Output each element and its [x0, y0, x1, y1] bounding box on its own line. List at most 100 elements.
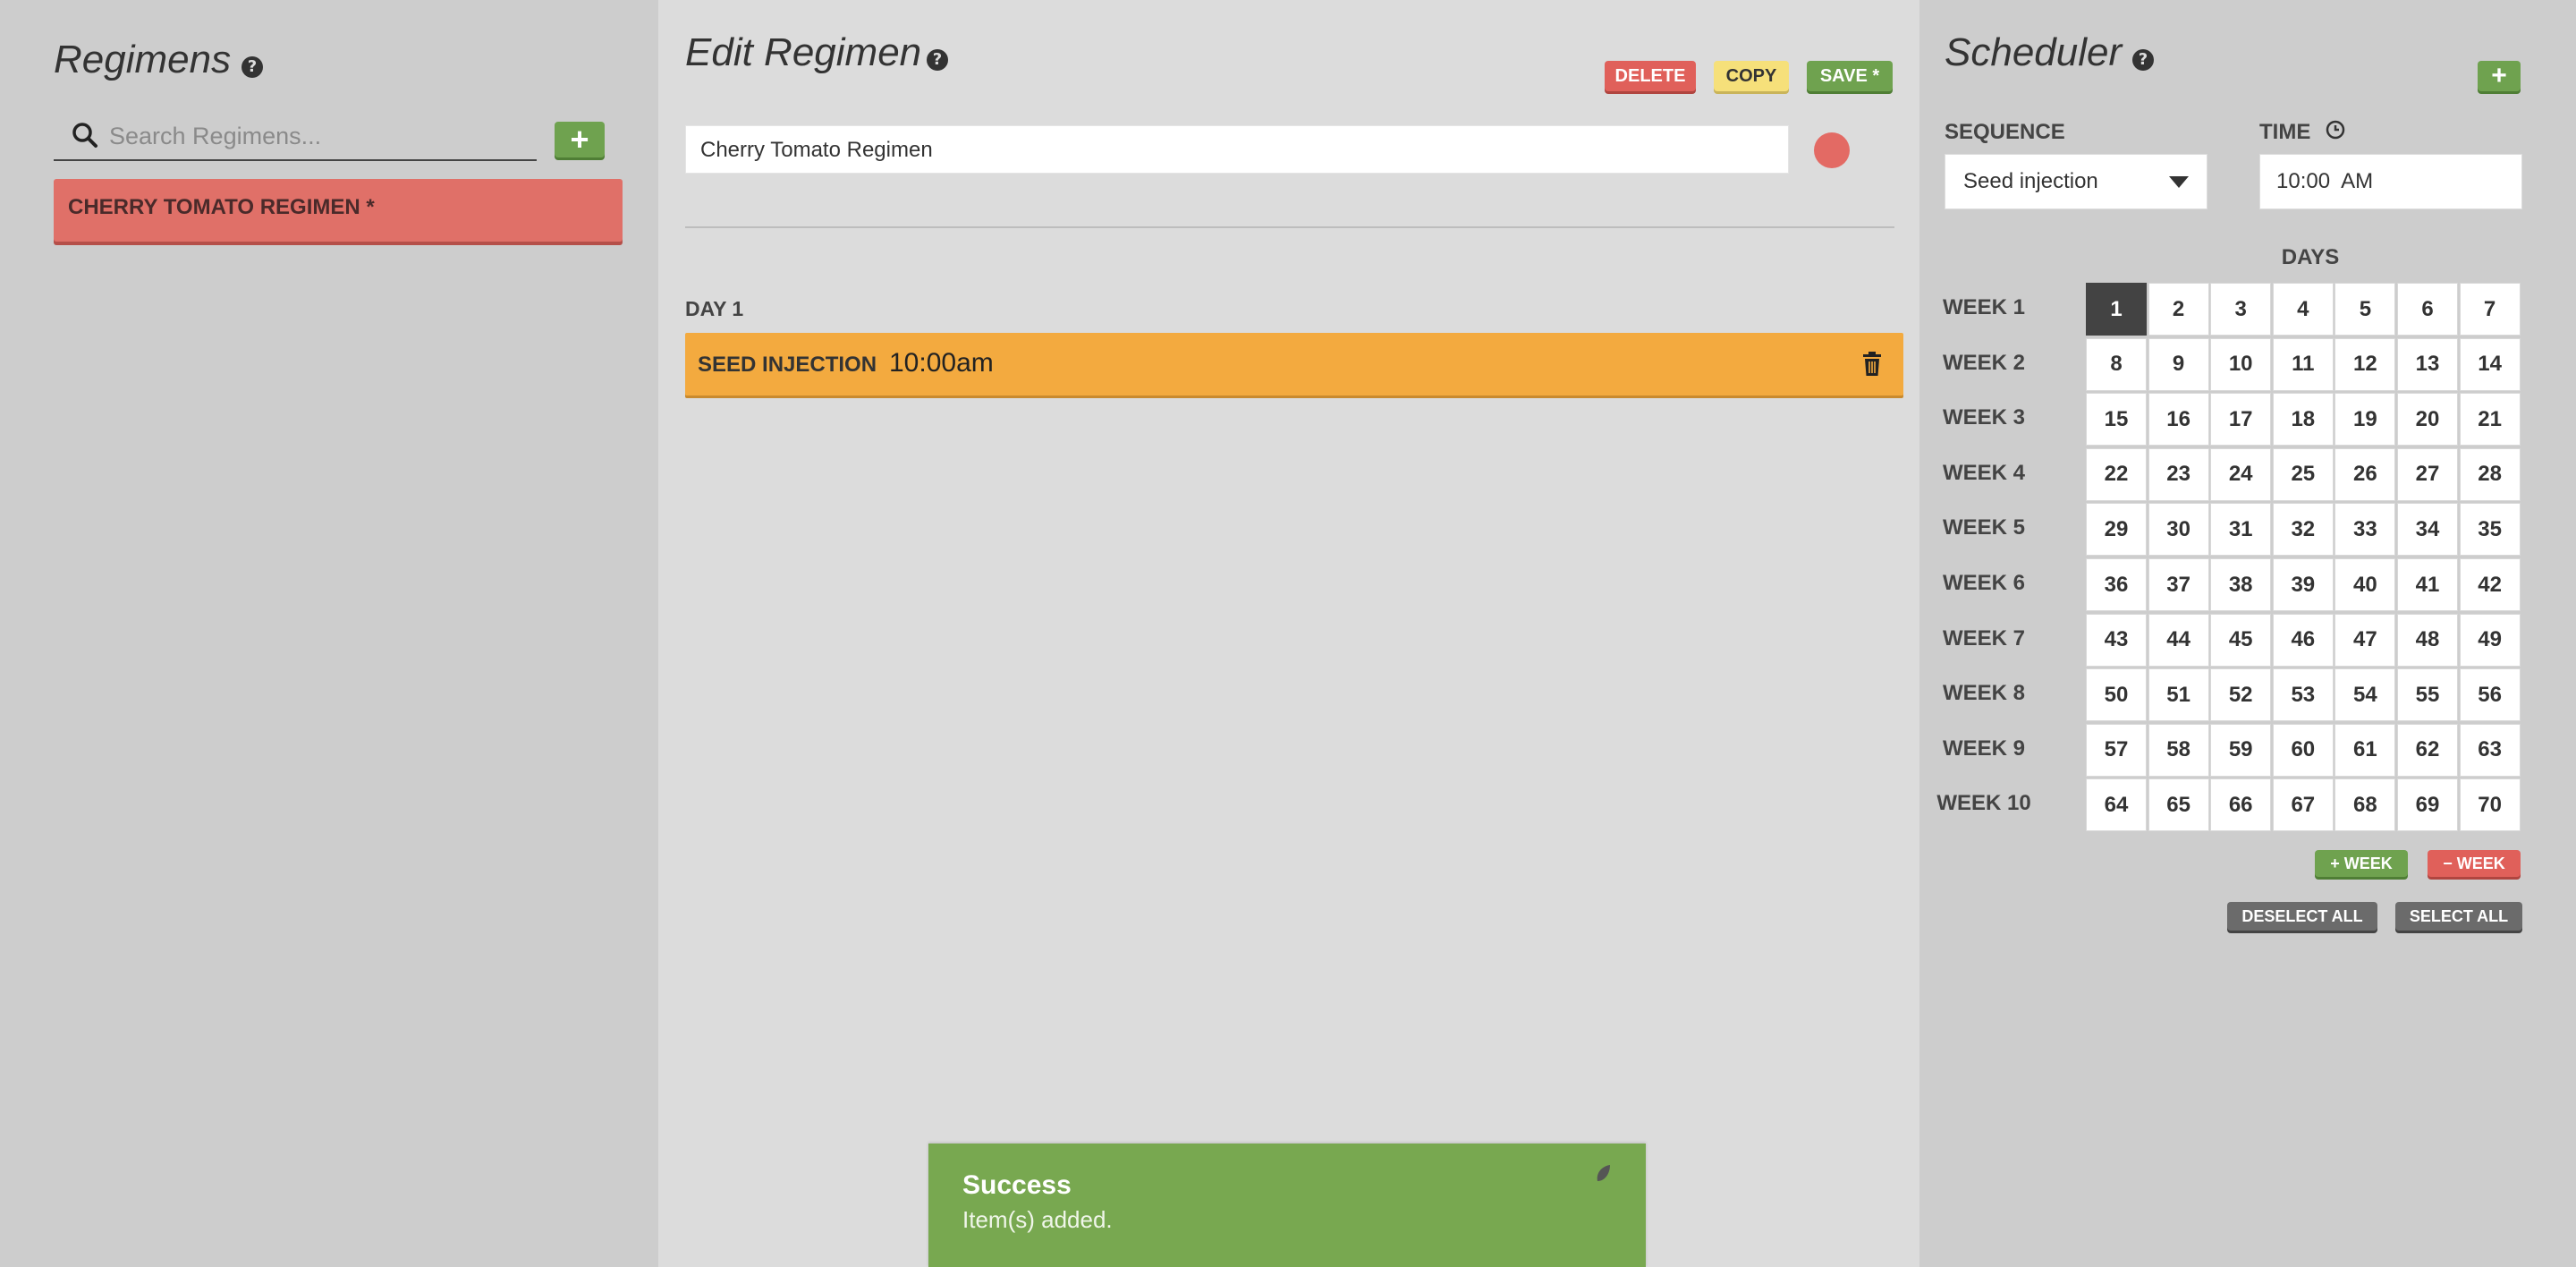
week-label[interactable]: WEEK 9 [1921, 736, 2046, 761]
week-label[interactable]: WEEK 8 [1921, 681, 2046, 706]
add-regimen-button[interactable]: + [555, 122, 605, 157]
day-cell[interactable]: 1 [2086, 283, 2147, 336]
day-cell[interactable]: 7 [2459, 283, 2521, 336]
help-icon[interactable]: ? [927, 49, 948, 71]
day-cell[interactable]: 13 [2397, 337, 2458, 391]
day-cell[interactable]: 22 [2086, 447, 2147, 501]
week-label[interactable]: WEEK 10 [1921, 791, 2046, 816]
day-cell[interactable]: 35 [2459, 503, 2521, 557]
search-input[interactable] [109, 118, 521, 154]
add-week-button[interactable]: + WEEK [2315, 850, 2408, 877]
week-label[interactable]: WEEK 7 [1921, 626, 2046, 651]
delete-button[interactable]: DELETE [1605, 61, 1696, 91]
day-cell[interactable]: 38 [2210, 558, 2272, 611]
week-label[interactable]: WEEK 6 [1921, 571, 2046, 596]
day-cell[interactable]: 64 [2086, 778, 2147, 832]
day-cell[interactable]: 12 [2334, 337, 2396, 391]
day-cell[interactable]: 49 [2459, 613, 2521, 667]
day-cell[interactable]: 43 [2086, 613, 2147, 667]
day-cell[interactable]: 34 [2397, 503, 2458, 557]
day-cell[interactable]: 45 [2210, 613, 2272, 667]
day-cell[interactable]: 31 [2210, 503, 2272, 557]
day-cell[interactable]: 5 [2334, 283, 2396, 336]
regimen-list-item[interactable]: CHERRY TOMATO REGIMEN * [54, 179, 623, 242]
day-cell[interactable]: 59 [2210, 723, 2272, 777]
day-cell[interactable]: 11 [2272, 337, 2334, 391]
day-cell[interactable]: 62 [2397, 723, 2458, 777]
deselect-all-button[interactable]: DESELECT ALL [2227, 902, 2377, 931]
day-cell[interactable]: 30 [2148, 503, 2209, 557]
day-cell[interactable]: 23 [2148, 447, 2209, 501]
regimen-name-input[interactable]: Cherry Tomato Regimen [685, 125, 1789, 174]
day-cell[interactable]: 15 [2086, 393, 2147, 446]
remove-week-button[interactable]: − WEEK [2428, 850, 2521, 877]
day-cell[interactable]: 3 [2210, 283, 2272, 336]
day-cell[interactable]: 61 [2334, 723, 2396, 777]
week-label[interactable]: WEEK 1 [1921, 295, 2046, 320]
day-cell[interactable]: 14 [2459, 337, 2521, 391]
day-cell[interactable]: 48 [2397, 613, 2458, 667]
day-cell[interactable]: 70 [2459, 778, 2521, 832]
color-picker[interactable] [1814, 132, 1850, 168]
day-cell[interactable]: 2 [2148, 283, 2209, 336]
day-cell[interactable]: 65 [2148, 778, 2209, 832]
add-sequence-button[interactable]: + [2478, 61, 2521, 91]
day-cell[interactable]: 18 [2272, 393, 2334, 446]
day-cell[interactable]: 28 [2459, 447, 2521, 501]
week-label[interactable]: WEEK 2 [1921, 351, 2046, 376]
day-cell[interactable]: 47 [2334, 613, 2396, 667]
day-cell[interactable]: 68 [2334, 778, 2396, 832]
day-cell[interactable]: 29 [2086, 503, 2147, 557]
trash-icon[interactable] [1860, 351, 1884, 378]
day-cell[interactable]: 4 [2272, 283, 2334, 336]
help-icon[interactable]: ? [242, 56, 263, 78]
day-cell[interactable]: 69 [2397, 778, 2458, 832]
day-cell[interactable]: 60 [2272, 723, 2334, 777]
day-cell[interactable]: 44 [2148, 613, 2209, 667]
day-cell[interactable]: 40 [2334, 558, 2396, 611]
day-cell[interactable]: 25 [2272, 447, 2334, 501]
day-cell[interactable]: 19 [2334, 393, 2396, 446]
day-cell[interactable]: 20 [2397, 393, 2458, 446]
day-cell[interactable]: 26 [2334, 447, 2396, 501]
day-cell[interactable]: 56 [2459, 668, 2521, 722]
day-cell[interactable]: 8 [2086, 337, 2147, 391]
day-cell[interactable]: 24 [2210, 447, 2272, 501]
save-button[interactable]: SAVE * [1807, 61, 1893, 91]
day-cell[interactable]: 6 [2397, 283, 2458, 336]
day-cell[interactable]: 39 [2272, 558, 2334, 611]
sequence-select[interactable]: Seed injection [1945, 154, 2207, 209]
day-cell[interactable]: 63 [2459, 723, 2521, 777]
day-cell[interactable]: 53 [2272, 668, 2334, 722]
scheduled-item[interactable]: SEED INJECTION 10:00am [685, 333, 1903, 395]
day-cell[interactable]: 17 [2210, 393, 2272, 446]
copy-button[interactable]: COPY [1714, 61, 1789, 91]
day-cell[interactable]: 37 [2148, 558, 2209, 611]
help-icon[interactable]: ? [2132, 49, 2154, 71]
week-label[interactable]: WEEK 3 [1921, 405, 2046, 430]
day-cell[interactable]: 67 [2272, 778, 2334, 832]
day-cell[interactable]: 36 [2086, 558, 2147, 611]
day-cell[interactable]: 51 [2148, 668, 2209, 722]
day-cell[interactable]: 9 [2148, 337, 2209, 391]
day-cell[interactable]: 33 [2334, 503, 2396, 557]
day-cell[interactable]: 27 [2397, 447, 2458, 501]
day-cell[interactable]: 10 [2210, 337, 2272, 391]
leaf-icon[interactable] [1594, 1163, 1612, 1185]
day-cell[interactable]: 41 [2397, 558, 2458, 611]
week-label[interactable]: WEEK 4 [1921, 461, 2046, 486]
day-cell[interactable]: 58 [2148, 723, 2209, 777]
day-cell[interactable]: 50 [2086, 668, 2147, 722]
day-cell[interactable]: 54 [2334, 668, 2396, 722]
day-cell[interactable]: 46 [2272, 613, 2334, 667]
day-cell[interactable]: 42 [2459, 558, 2521, 611]
day-cell[interactable]: 21 [2459, 393, 2521, 446]
day-cell[interactable]: 32 [2272, 503, 2334, 557]
day-cell[interactable]: 52 [2210, 668, 2272, 722]
day-cell[interactable]: 66 [2210, 778, 2272, 832]
day-cell[interactable]: 16 [2148, 393, 2209, 446]
week-label[interactable]: WEEK 5 [1921, 515, 2046, 540]
day-cell[interactable]: 55 [2397, 668, 2458, 722]
time-input[interactable]: 10:00 AM [2259, 154, 2522, 209]
day-cell[interactable]: 57 [2086, 723, 2147, 777]
